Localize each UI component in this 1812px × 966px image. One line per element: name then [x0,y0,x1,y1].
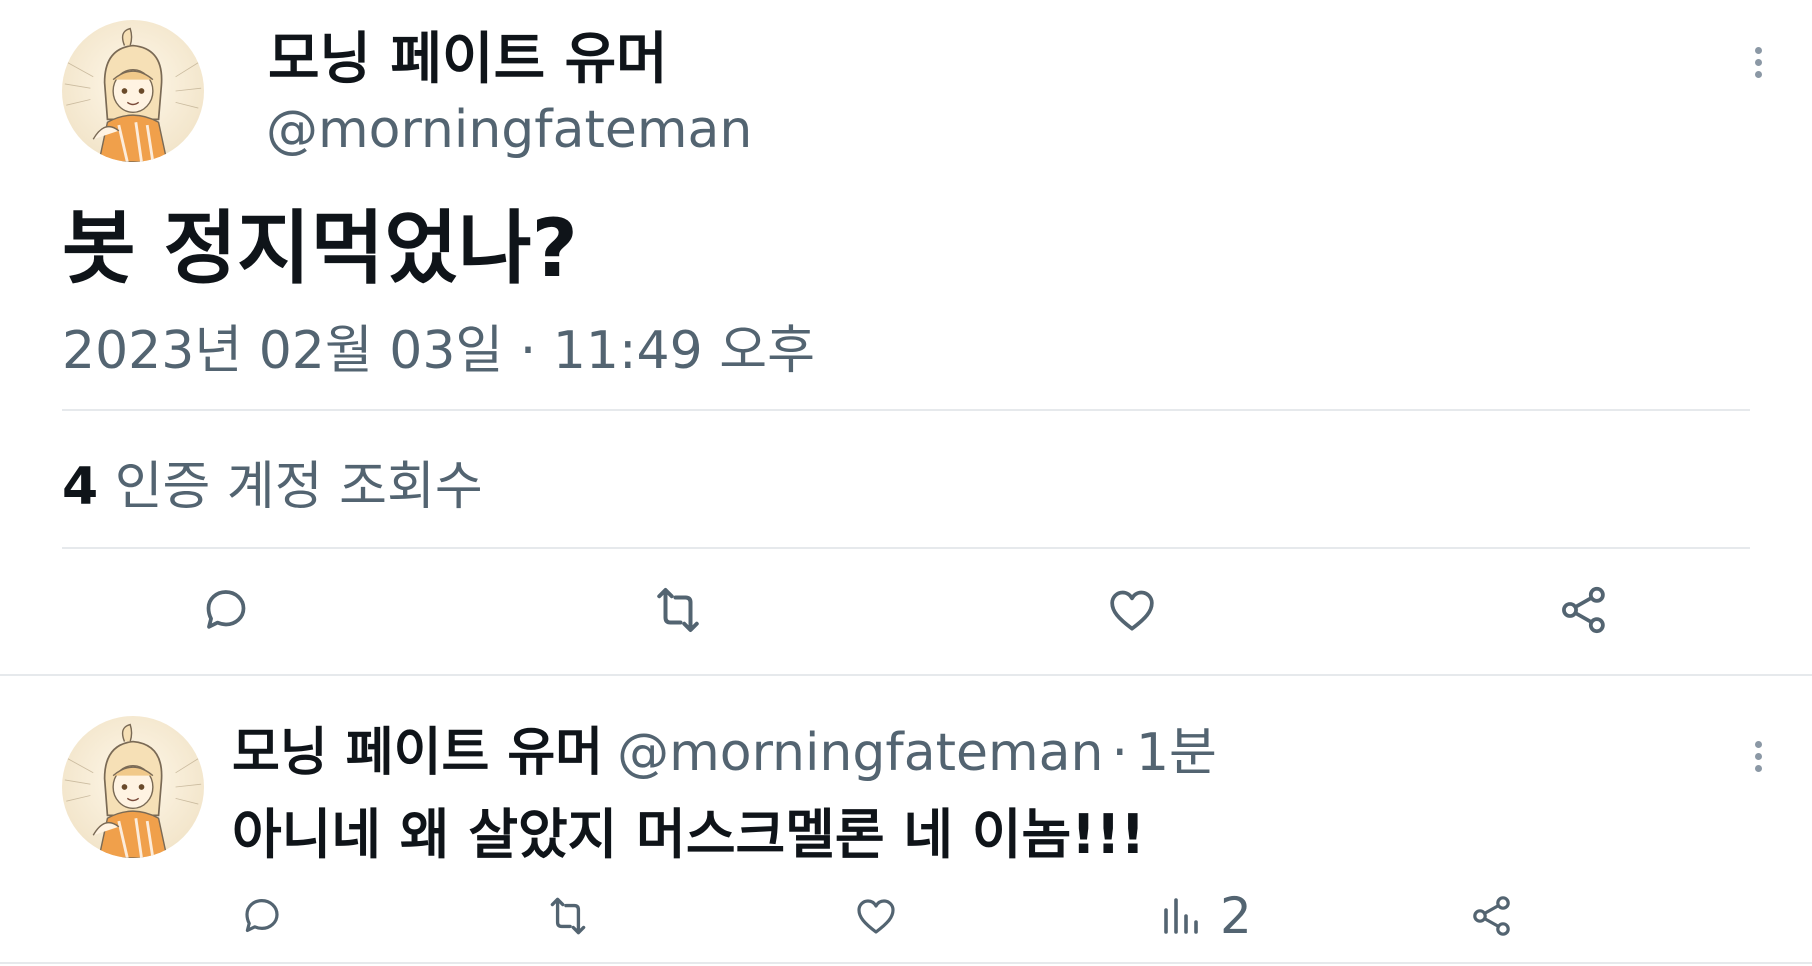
retweet-button[interactable] [540,888,596,944]
tweet-text: 봇 정지먹었나? [62,202,578,295]
views-icon [1164,898,1198,934]
user-handle[interactable]: @morningfateman [266,100,752,160]
reply-icon [245,899,279,932]
divider [62,409,1750,411]
divider [62,547,1750,549]
views-label: 인증 계정 조회수 [114,457,483,517]
separator-dot: · [1111,723,1128,783]
avatar-illustration [64,27,202,162]
tweet-timestamp[interactable]: 2023년 02월 03일 · 11:49 오후 [62,308,815,383]
retweet-icon [657,588,699,632]
share-icon [1473,896,1510,936]
like-button[interactable] [848,888,904,944]
like-icon [1110,590,1154,631]
reply-icon [206,590,246,629]
retweet-button[interactable] [646,578,710,642]
views-button[interactable]: 2 [1160,887,1280,945]
like-button[interactable] [1100,578,1164,642]
avatar[interactable] [62,716,204,858]
tweet-detail-page: 모닝 페이트 유머 @morningfateman 봇 정지먹었나? 2023년… [0,0,1812,966]
views-stat[interactable]: 4 인증 계정 조회수 [62,444,483,519]
avatar-illustration [64,723,202,858]
display-name[interactable]: 모닝 페이트 유머 [268,14,668,95]
share-button[interactable] [1552,578,1616,642]
reply-button[interactable] [194,578,258,642]
more-options-icon[interactable] [1738,32,1778,92]
avatar[interactable] [62,20,204,162]
share-button[interactable] [1464,888,1520,944]
more-options-icon[interactable] [1738,726,1778,786]
divider [0,674,1812,676]
reply-header: 모닝 페이트 유머 @morningfateman · 1분 [232,710,1217,785]
share-icon [1562,586,1605,634]
views-count: 4 [62,457,99,517]
divider [0,962,1812,964]
tweet-text: 아니네 왜 살았지 머스크멜론 네 이놈!!! [232,803,1146,866]
views-count: 2 [1220,887,1252,945]
main-tweet: 모닝 페이트 유머 @morningfateman 봇 정지먹었나? 2023년… [0,0,1812,676]
display-name[interactable]: 모닝 페이트 유머 [232,723,603,783]
like-icon [857,899,895,934]
retweet-icon [550,897,586,935]
user-handle[interactable]: @morningfateman [617,723,1103,783]
relative-time[interactable]: 1분 [1136,723,1217,783]
reply-button[interactable] [234,888,290,944]
